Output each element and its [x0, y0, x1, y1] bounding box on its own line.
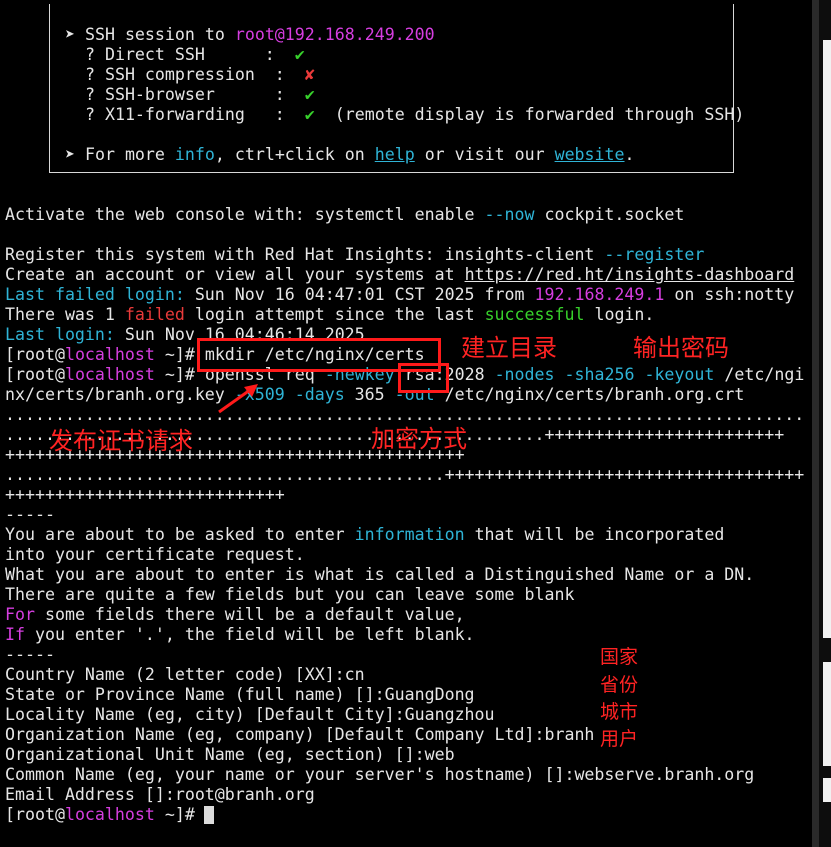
default-value-line: For some fields there will be a default … — [5, 605, 465, 624]
city-annotation: 城市 — [600, 701, 639, 723]
ssh-session-line: ➤ SSH session to root@192.168.249.200 — [65, 25, 435, 44]
side-window-panel — [823, 40, 831, 638]
activate-console-line: Activate the web console with: systemctl… — [5, 205, 685, 224]
check-icon: ✔ — [294, 45, 305, 64]
ssh-compression-line: ? SSH compression : ✘ — [65, 65, 315, 84]
separator-line: ----- — [5, 505, 55, 524]
keygen-progress-row: ++++++++++++++++++++++++++++ — [5, 485, 285, 504]
register-line: Register this system with Red Hat Insigh… — [5, 245, 705, 264]
blank-fields-line: There are quite a few fields but you can… — [5, 585, 575, 604]
arrow-icon — [218, 384, 258, 414]
mkdir-annotation: 建立目录 — [461, 334, 557, 362]
openssl-command-wrap: nx/certs/branh.org.key -x509 -days 365 -… — [5, 385, 745, 404]
separator-line: ----- — [5, 645, 55, 664]
insights-dashboard-link[interactable]: https://red.ht/insights-dashboard — [465, 265, 795, 284]
state-name-line: State or Province Name (full name) []:Gu… — [5, 685, 475, 704]
dn-line: What you are about to enter is what is c… — [5, 565, 755, 584]
province-annotation: 省份 — [600, 674, 639, 696]
last-failed-login-line: Last failed login: Sun Nov 16 04:47:01 C… — [5, 285, 795, 304]
current-prompt-line: [root@localhost ~]# — [5, 805, 205, 824]
encryption-annotation: 加密方式 — [371, 425, 467, 453]
side-window-panel — [823, 662, 831, 766]
organization-name-line: Organization Name (eg, company) [Default… — [5, 725, 595, 744]
country-annotation: 国家 — [600, 646, 639, 668]
user-annotation: 用户 — [600, 728, 639, 750]
website-link[interactable]: website — [555, 145, 625, 164]
rsa-highlight-box — [398, 363, 449, 393]
into-line: into your certificate request. — [5, 545, 305, 564]
terminal-output[interactable]: ➤ SSH session to root@192.168.249.200 ? … — [0, 0, 812, 847]
account-line: Create an account or view all your syste… — [5, 265, 795, 284]
organizational-unit-line: Organizational Unit Name (eg, section) [… — [5, 745, 455, 764]
more-info-line: ➤ For more info, ctrl+click on help or v… — [65, 145, 635, 164]
terminal-scrollbar[interactable] — [812, 0, 819, 847]
dot-blank-line: If you enter '.', the field will be left… — [5, 625, 475, 644]
email-address-line: Email Address []:root@branh.org — [5, 785, 315, 804]
cert-request-annotation: 发布证书请求 — [49, 427, 193, 455]
cross-icon: ✘ — [304, 65, 315, 84]
country-name-line: Country Name (2 letter code) [XX]:cn — [5, 665, 365, 684]
side-window-panel — [823, 778, 831, 802]
info-link[interactable]: info — [175, 145, 215, 164]
direct-ssh-line: ? Direct SSH : ✔ — [65, 45, 305, 64]
help-link[interactable]: help — [375, 145, 415, 164]
keygen-progress-row: ........................................… — [5, 465, 805, 484]
common-name-line: Common Name (eg, your name or your serve… — [5, 765, 755, 784]
locality-name-line: Locality Name (eg, city) [Default City]:… — [5, 705, 495, 724]
terminal-cursor — [204, 806, 214, 824]
failed-attempt-line: There was 1 failed login attempt since t… — [5, 305, 655, 324]
ssh-browser-line: ? SSH-browser : ✔ — [65, 85, 315, 104]
check-icon: ✔ — [304, 105, 315, 124]
output-key-annotation: 输出密码 — [633, 334, 729, 362]
check-icon: ✔ — [304, 85, 315, 104]
about-line: You are about to be asked to enter infor… — [5, 525, 725, 544]
x11-forwarding-line: ? X11-forwarding : ✔ (remote display is … — [65, 105, 745, 124]
ssh-session-target: root@192.168.249.200 — [234, 25, 435, 44]
